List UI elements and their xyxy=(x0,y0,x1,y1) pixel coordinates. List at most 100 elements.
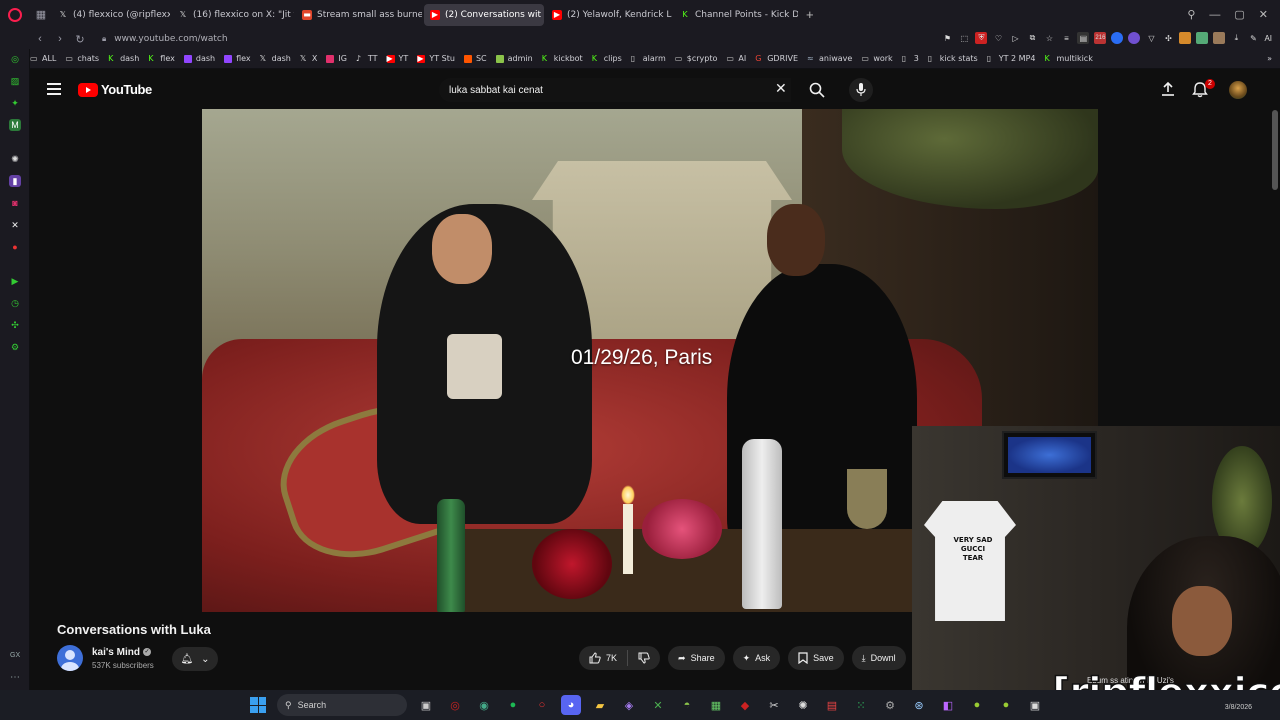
bookmark-item[interactable]: IG xyxy=(326,54,347,63)
bookmark-item[interactable]: SC xyxy=(463,54,487,63)
app-violet-icon[interactable]: ◧ xyxy=(938,695,958,715)
bookmark-item[interactable]: ≈ aniwave xyxy=(807,54,852,63)
easy-setup-icon[interactable]: ✎ xyxy=(1247,32,1259,44)
messenger-icon[interactable]: M xyxy=(9,119,21,131)
player-sidebar-icon[interactable]: ▶ xyxy=(9,275,21,287)
bookmark-item[interactable]: Kclips xyxy=(592,54,622,63)
chrome-icon[interactable]: ◉ xyxy=(474,695,494,715)
menu-hamburger-icon[interactable] xyxy=(47,83,61,95)
bookmark-item[interactable]: dash xyxy=(183,54,215,63)
video-ext-icon[interactable]: ▤ xyxy=(1077,32,1090,44)
close-window-icon[interactable]: ✕ xyxy=(1259,8,1268,21)
ext-orange-icon[interactable] xyxy=(1179,32,1192,44)
bookmark-item[interactable]: ▶ YT Stu xyxy=(417,54,455,63)
bookmark-item[interactable]: ▶ YT xyxy=(386,54,408,63)
steam-icon[interactable]: ⊛ xyxy=(909,695,929,715)
browser-tab[interactable]: ▬ Stream small ass burner ( xyxy=(296,4,422,26)
menu-icon[interactable]: ≡ xyxy=(1060,32,1072,44)
twitch-icon[interactable]: ▮ xyxy=(9,175,21,187)
app-red-icon[interactable]: ◆ xyxy=(735,695,755,715)
shield-icon[interactable]: ⛨ xyxy=(975,32,988,44)
discord-icon[interactable]: ◕ xyxy=(561,695,581,715)
channel-name[interactable]: kai's Mind xyxy=(92,647,140,658)
browser-tab[interactable]: 𝕏 (16) flexxico on X: "Jit fro xyxy=(172,4,294,26)
browser-tab[interactable]: 𝕏 (4) flexxico (@ripflexxico xyxy=(52,4,170,26)
opera-gx-logo-icon[interactable] xyxy=(0,0,30,29)
search-box[interactable] xyxy=(439,78,791,102)
bookmarks-overflow-icon[interactable]: » xyxy=(1267,54,1272,63)
account-avatar[interactable] xyxy=(1229,81,1247,99)
bookmark-item[interactable]: Kmultikick xyxy=(1045,54,1093,63)
gx-corner-icon[interactable]: ▨ xyxy=(9,75,21,87)
browser-tab[interactable]: K Channel Points - Kick Das xyxy=(674,4,798,26)
bookmark-item[interactable]: ▯ alarm xyxy=(631,54,666,63)
x-icon[interactable]: ✕ xyxy=(9,219,21,231)
app-lime2-icon[interactable]: ● xyxy=(996,695,1016,715)
taskbar-search[interactable]: ⚲ Search xyxy=(277,694,407,716)
url-field[interactable]: www.youtube.com/watch xyxy=(114,34,227,44)
app-grid-icon[interactable]: ⁙ xyxy=(851,695,871,715)
android-icon[interactable]: ◓ xyxy=(677,695,697,715)
music-icon[interactable]: ● xyxy=(9,241,21,253)
bookmark-item[interactable]: Kdash xyxy=(108,54,139,63)
bookmark-item[interactable]: ▭ ALL xyxy=(30,54,56,63)
search-input[interactable] xyxy=(449,84,759,96)
youtube-logo[interactable]: YouTube xyxy=(78,82,152,97)
clear-search-icon[interactable]: ✕ xyxy=(775,80,787,97)
bookmark-item[interactable]: ▯ 3 xyxy=(902,54,919,63)
channel-avatar[interactable] xyxy=(57,645,83,671)
browser-tab[interactable]: ▶ (2) Conversations wit xyxy=(424,3,544,26)
heart-icon[interactable]: ♡ xyxy=(992,32,1004,44)
vpn-icon[interactable] xyxy=(1111,32,1124,44)
upload-button[interactable] xyxy=(1160,81,1176,102)
bookmark-item[interactable]: ▭ work xyxy=(861,54,892,63)
reload-icon[interactable]: ↻ xyxy=(70,33,90,46)
chatgpt-icon[interactable]: ✺ xyxy=(9,153,21,165)
settings-icon[interactable]: ⚙ xyxy=(9,341,21,353)
maximize-icon[interactable]: ▢ xyxy=(1234,8,1244,21)
search-button[interactable] xyxy=(801,78,832,102)
bookmark-item[interactable]: Kflex xyxy=(148,54,175,63)
bookmark-icon[interactable]: ⚑ xyxy=(941,32,953,44)
search-tabs-icon[interactable]: ⚲ xyxy=(1187,8,1195,21)
app-green-icon[interactable]: ▦ xyxy=(706,695,726,715)
forward-icon[interactable]: › xyxy=(50,33,70,45)
chatgpt-taskbar-icon[interactable]: ✺ xyxy=(793,695,813,715)
downloads-icon[interactable]: ⤓ xyxy=(1230,32,1242,44)
filter-icon[interactable]: ▽ xyxy=(1145,32,1157,44)
bookmark-item[interactable]: ▯ kick stats xyxy=(928,54,978,63)
app-lime-icon[interactable]: ● xyxy=(967,695,987,715)
instagram-icon[interactable]: ◙ xyxy=(9,197,21,209)
minimize-icon[interactable]: — xyxy=(1209,9,1220,21)
settings-taskbar-icon[interactable]: ⚙ xyxy=(880,695,900,715)
bookmark-item[interactable]: ▭ AI xyxy=(726,54,746,63)
new-tab-button[interactable]: + xyxy=(800,7,820,22)
extensions-icon[interactable]: ✣ xyxy=(9,319,21,331)
bookmark-item[interactable]: 𝕏dash xyxy=(260,54,291,63)
tabs-icon[interactable]: ⧉ xyxy=(1026,32,1038,44)
share-button[interactable]: ➦ Share xyxy=(668,646,725,670)
app-tools-icon[interactable]: ▤ xyxy=(822,695,842,715)
bookmark-item[interactable]: Kkickbot xyxy=(542,54,583,63)
tab-menu-icon[interactable]: ▦ xyxy=(30,0,52,29)
browser-tab[interactable]: ▶ (2) Yelawolf, Kendrick Lar xyxy=(546,4,672,26)
page-scrollbar[interactable] xyxy=(1272,110,1278,190)
bookmark-item[interactable]: 𝕏X xyxy=(300,54,317,63)
puzzle-icon[interactable]: ✣ xyxy=(1162,32,1174,44)
capcut-icon[interactable]: ✂ xyxy=(764,695,784,715)
bookmark-item[interactable]: G GDRIVE xyxy=(755,54,798,63)
opera-icon[interactable]: ○ xyxy=(532,695,552,715)
app-purple-icon[interactable]: ◈ xyxy=(619,695,639,715)
file-explorer-icon[interactable]: ▰ xyxy=(590,695,610,715)
counter-ext-icon[interactable]: 216 xyxy=(1094,32,1107,44)
ext-purple-icon[interactable] xyxy=(1128,32,1141,44)
screenshot-icon[interactable]: ⬚ xyxy=(958,32,970,44)
ask-button[interactable]: ✦ Ask xyxy=(732,646,781,670)
spotify-icon[interactable]: ● xyxy=(503,695,523,715)
bookmark-item[interactable]: ▯ YT 2 MP4 xyxy=(987,54,1036,63)
dislike-button[interactable] xyxy=(628,646,660,670)
save-button[interactable]: Save xyxy=(788,646,844,670)
bookmark-item[interactable]: ♪ TT xyxy=(356,54,378,63)
task-view-icon[interactable]: ▣ xyxy=(416,695,436,715)
xbox-icon[interactable]: ✕ xyxy=(648,695,668,715)
